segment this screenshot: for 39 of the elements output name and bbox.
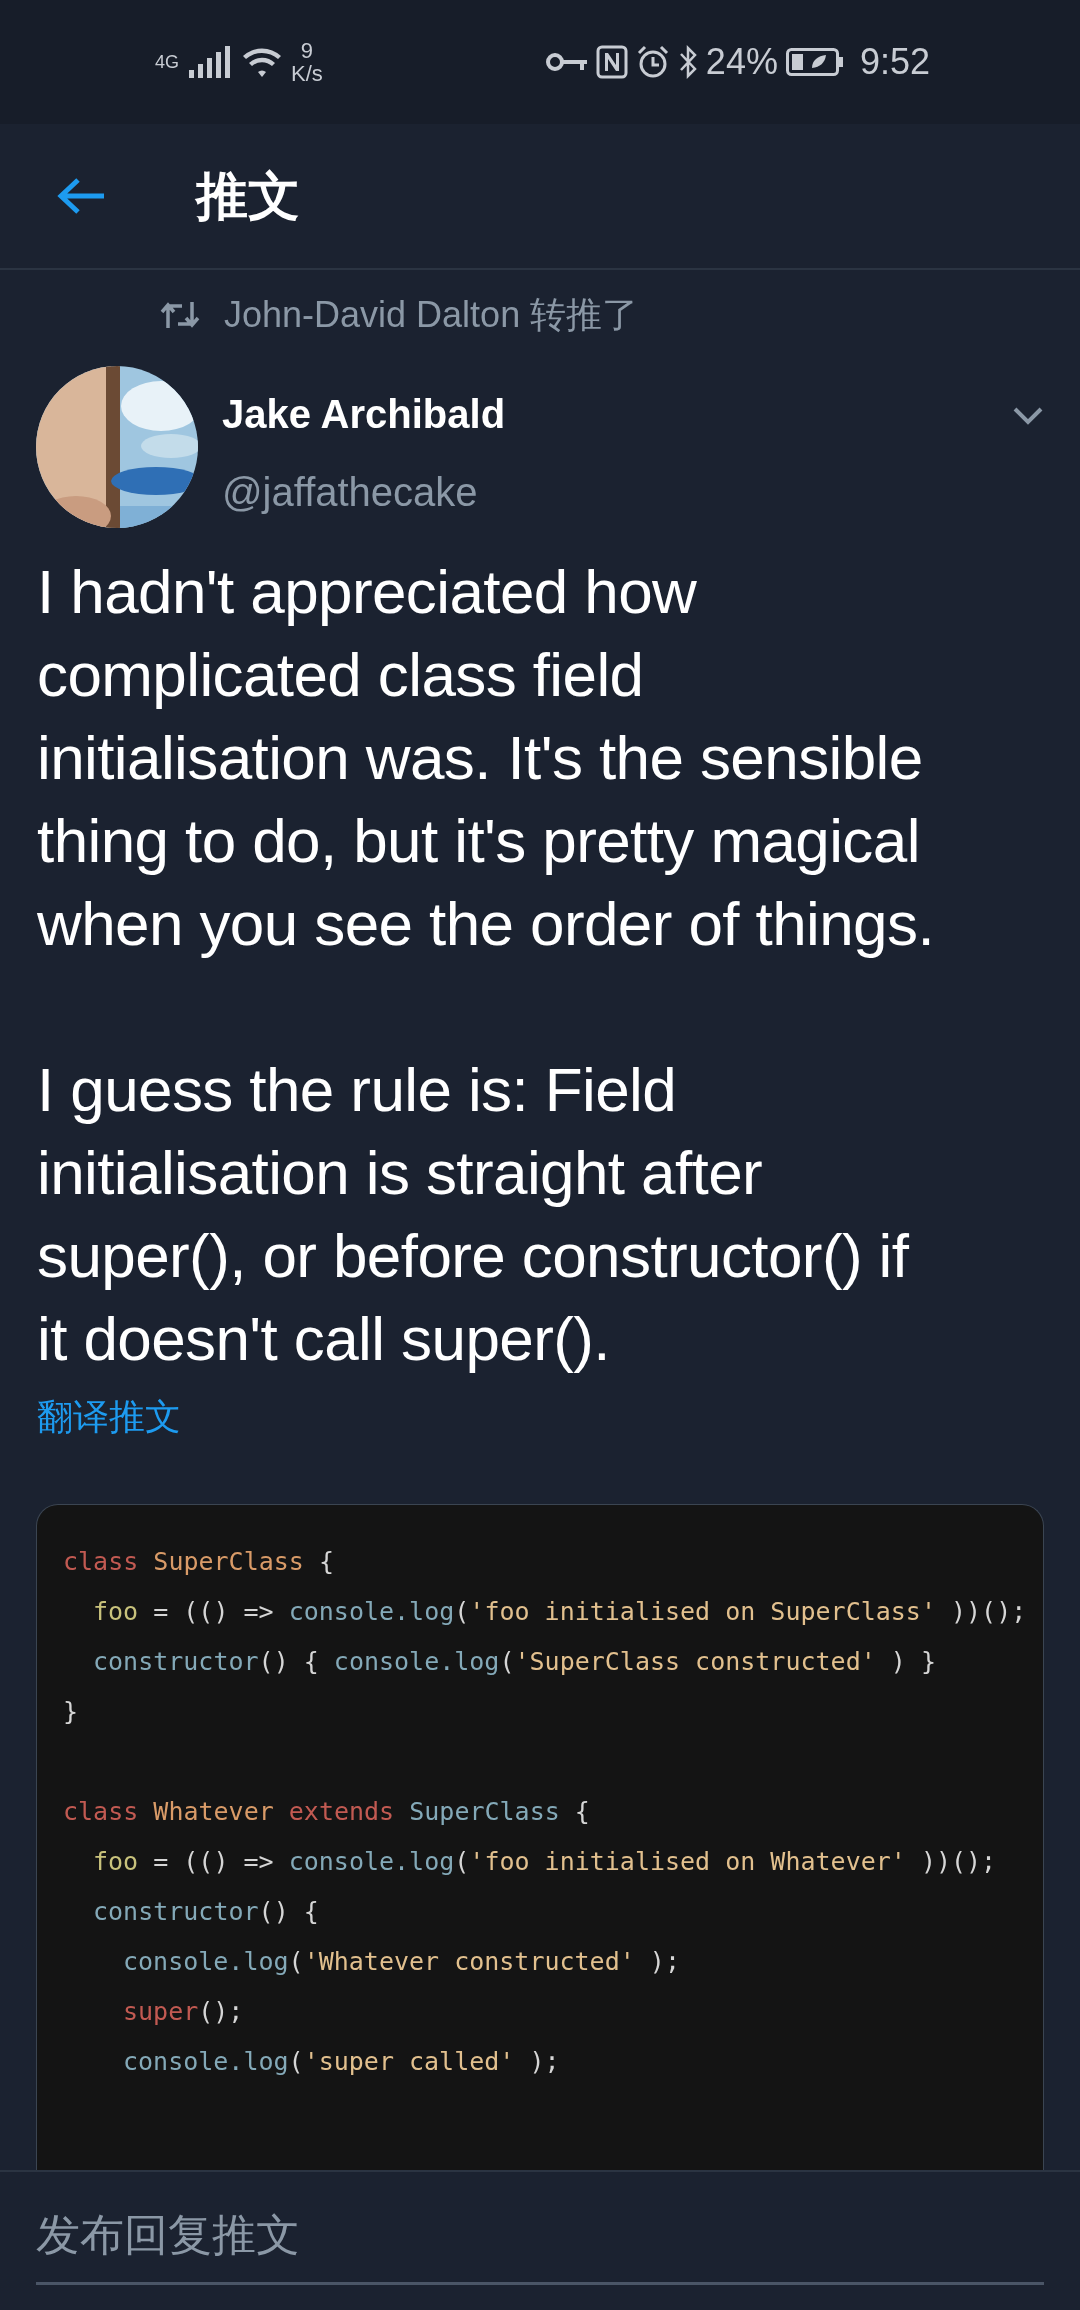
battery-icon — [785, 48, 844, 76]
tweet-text-line: I hadn't appreciated how — [37, 556, 698, 628]
retweet-icon — [160, 300, 200, 330]
code-line: console.log('super called' ); — [123, 2047, 560, 2076]
back-icon[interactable] — [56, 176, 106, 216]
network-label: 4G — [155, 50, 179, 74]
translate-link[interactable]: 翻译推文 — [37, 1396, 181, 1437]
tweet-text-line: super(), or before constructor() if — [37, 1220, 910, 1292]
bluetooth-icon — [677, 45, 698, 79]
tweet-text-line: I guess the rule is: Field — [37, 1054, 678, 1126]
code-line: foo = (() => console.log('foo initialised on Whatever' ))(); — [93, 1847, 997, 1876]
alarm-icon — [635, 45, 670, 79]
author-name: Jake Archibald — [222, 391, 507, 438]
speed-unit: K/s — [291, 62, 323, 86]
tweet-text-line: it doesn't call super(). — [37, 1303, 611, 1375]
tweet-text-line: complicated class field — [37, 639, 645, 711]
signal-icon — [187, 44, 233, 80]
reply-field[interactable]: 发布回复推文 — [36, 2202, 1044, 2285]
battery-percent: 24% — [705, 40, 778, 84]
code-line: super(); — [123, 1997, 244, 2026]
author-handle: @jaffathecake — [222, 469, 479, 516]
nfc-icon — [595, 45, 628, 79]
tweet-text-line: when you see the order of things. — [37, 888, 935, 960]
tweet-text-line: thing to do, but it's pretty magical — [37, 805, 921, 877]
page-title: 推文 — [196, 166, 300, 227]
key-icon — [545, 50, 588, 74]
speed-value: 9 — [299, 38, 315, 62]
retweet-label: John-David Dalton 转推了 — [224, 293, 639, 337]
code-line: class Whatever extends SuperClass { — [63, 1797, 590, 1826]
code-line: class SuperClass { — [63, 1547, 334, 1576]
code-line: } — [63, 1697, 79, 1726]
code-line: console.log('Whatever constructed' ); — [123, 1947, 680, 1976]
tweet-text-line: initialisation is straight after — [37, 1137, 764, 1209]
code-line: constructor() { — [93, 1897, 319, 1926]
clock: 9:52 — [859, 40, 930, 84]
chevron-down-icon[interactable] — [1012, 406, 1044, 426]
code-line: foo = (() => console.log('foo initialised on SuperClass' ))(); — [93, 1597, 1027, 1626]
code-line: constructor() { console.log('SuperClass constructed' ) } — [93, 1647, 936, 1676]
tweet-text-line: initialisation was. It's the sensible — [37, 722, 924, 794]
